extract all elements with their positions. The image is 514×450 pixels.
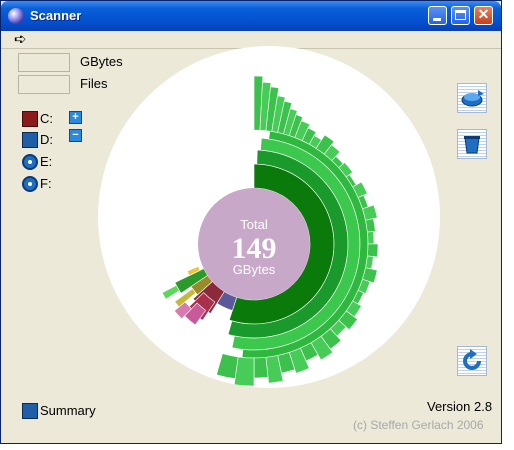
center-unit: GBytes (233, 262, 276, 277)
summary-label: Summary (40, 403, 96, 418)
scanner-window: Scanner ✕ ➪ GBytes Files C: D: E: F: + − (0, 0, 502, 444)
center-label: Total (240, 217, 268, 232)
center-value: 149 (232, 232, 277, 265)
summary-icon (22, 403, 38, 419)
center-labels: Total 149 GBytes (232, 217, 277, 277)
copyright-label: (c) Steffen Gerlach 2006 (353, 418, 484, 432)
version-label: Version 2.8 (427, 399, 493, 414)
